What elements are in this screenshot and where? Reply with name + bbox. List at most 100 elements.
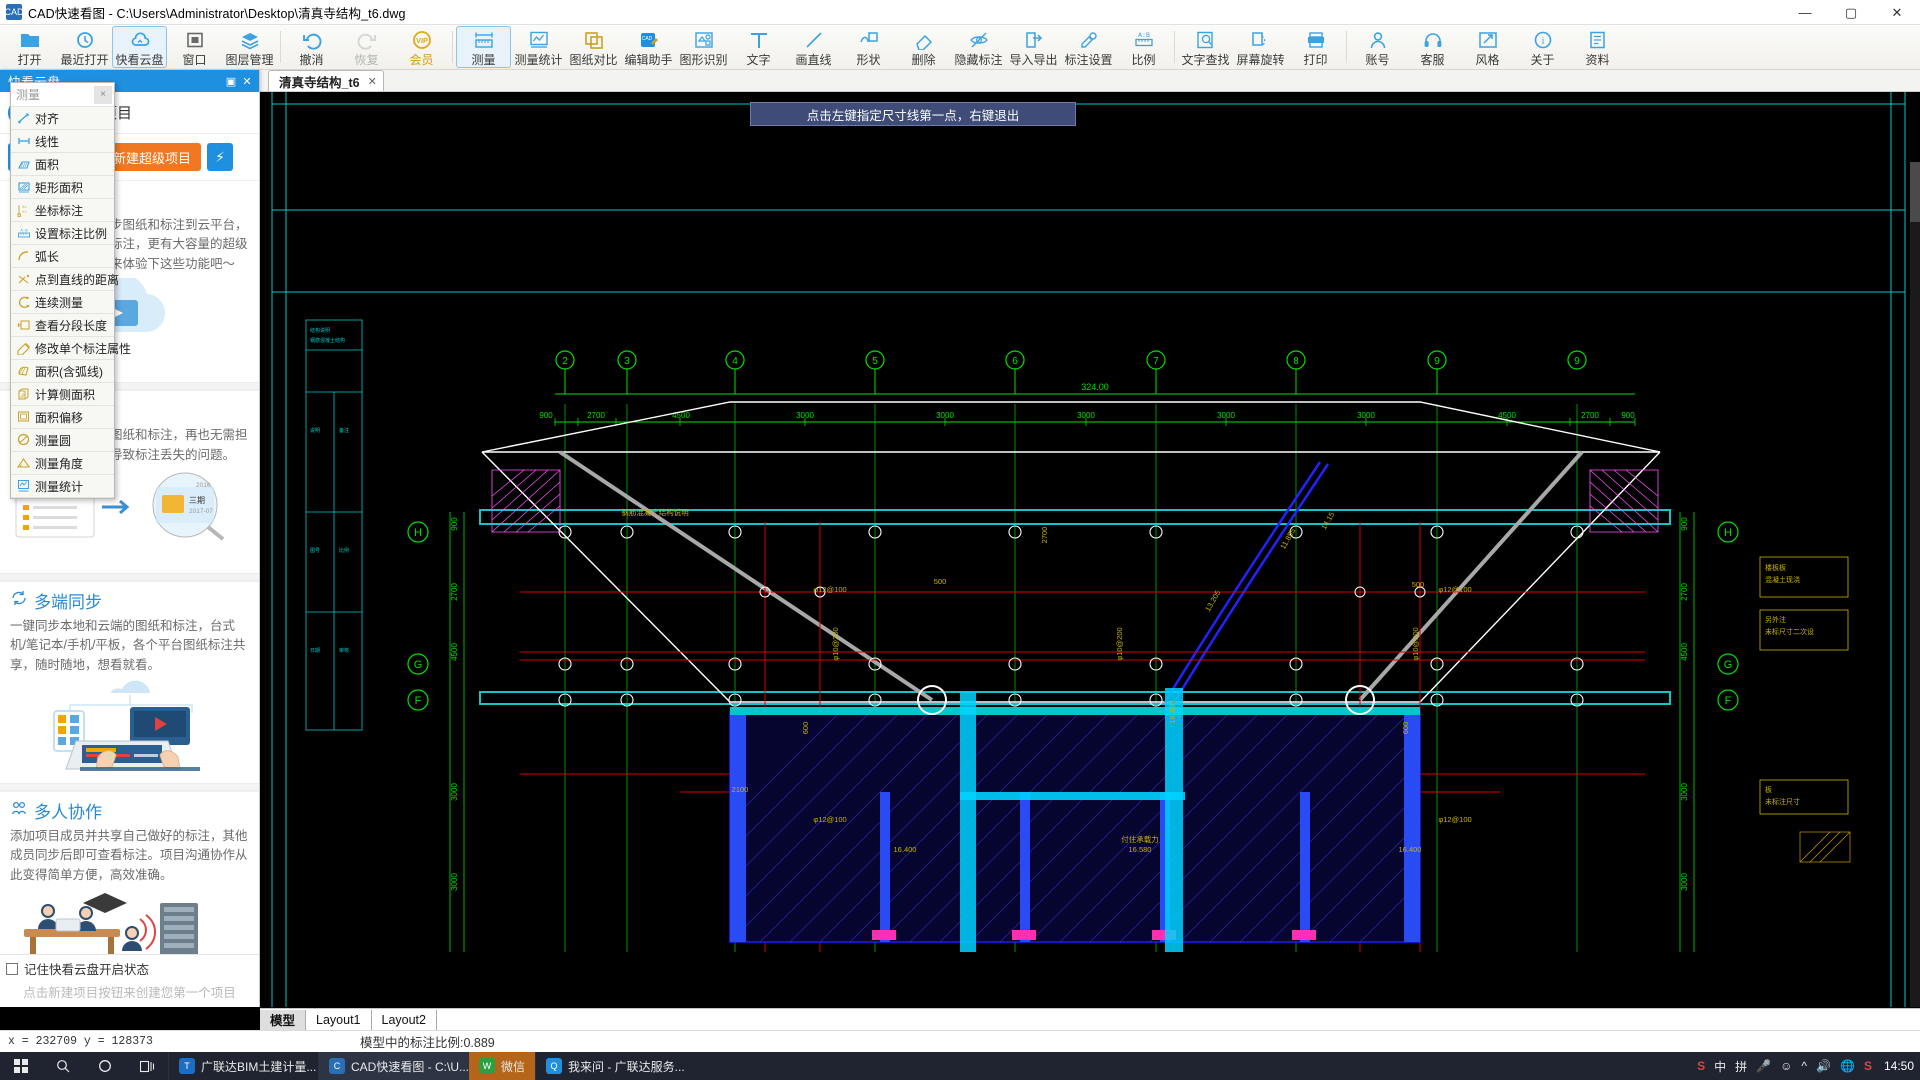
cortana-icon[interactable]: [84, 1052, 126, 1080]
tray-icon[interactable]: 🌐: [1840, 1059, 1855, 1073]
tray-icon[interactable]: ☺: [1780, 1059, 1792, 1073]
tray-icon[interactable]: S: [1697, 1059, 1705, 1073]
layout-tab-layout2[interactable]: Layout2: [372, 1009, 437, 1030]
measure-menu-item-segment-length[interactable]: 查看分段长度: [11, 314, 114, 337]
measure-menu-close-icon[interactable]: ×: [94, 85, 112, 104]
toolbar-item-layers[interactable]: 图层管理: [222, 26, 277, 68]
remember-cloud-state-checkbox[interactable]: 记住快看云盘开启状态: [6, 959, 253, 978]
toolbar-item-eraser[interactable]: 删除: [896, 26, 951, 68]
taskbar-app[interactable]: Q 我来问 - 广联达服务...: [535, 1052, 685, 1080]
tray-icon[interactable]: 中: [1714, 1058, 1726, 1075]
drawing-area[interactable]: 清真寺结构_t6 ✕ 点击左键指定尺寸线第一点，右键退出 结构说明 钢筋混凝土结…: [260, 70, 1920, 1007]
toolbar-item-line[interactable]: 画直线: [786, 26, 841, 68]
toolbar-item-cloud[interactable]: 快看云盘: [112, 26, 167, 68]
toolbar-item-shape[interactable]: 形状: [841, 26, 896, 68]
toolbar-item-edit-assistant[interactable]: CAD 编辑助手: [621, 26, 676, 68]
toolbar-item-scale[interactable]: A:B 比例: [1116, 26, 1171, 68]
document-tab[interactable]: 清真寺结构_t6 ✕: [268, 70, 384, 91]
svg-text:16.580: 16.580: [1129, 845, 1152, 854]
measure-menu-item-point-to-line[interactable]: 点到直线的距离: [11, 268, 119, 291]
new-super-project-label: 新建超级项目: [113, 150, 192, 166]
tray-icon[interactable]: S: [1864, 1059, 1872, 1073]
measure-menu-item-align-measure[interactable]: 对齐: [11, 107, 114, 130]
minimize-button[interactable]: —: [1782, 0, 1828, 25]
measure-menu-item-measure-circle[interactable]: 测量圆: [11, 429, 114, 452]
taskbar-app-label: 我来问 - 广联达服务...: [568, 1059, 685, 1074]
toolbar-item-vip[interactable]: VIP 会员: [394, 26, 449, 68]
svg-text:三期: 三期: [189, 496, 205, 505]
toolbar-item-screen-rotate[interactable]: 屏幕旋转: [1233, 26, 1288, 68]
toolbar-item-headset[interactable]: 客服: [1405, 26, 1460, 68]
toolbar-item-window[interactable]: 窗口: [167, 26, 222, 68]
toolbar-item-docs[interactable]: 资料: [1570, 26, 1625, 68]
maximize-button[interactable]: ▢: [1828, 0, 1874, 25]
toolbar-item-style[interactable]: 风格: [1460, 26, 1515, 68]
toolbar-item-annotation-settings[interactable]: 标注设置: [1061, 26, 1116, 68]
people-icon: [10, 800, 28, 821]
svg-text:900: 900: [1680, 517, 1689, 531]
taskbar-app[interactable]: W 微信: [468, 1052, 536, 1080]
close-button[interactable]: ✕: [1874, 0, 1920, 25]
svg-text:3000: 3000: [450, 873, 459, 891]
toolbar-item-account[interactable]: 账号: [1350, 26, 1405, 68]
tray-icon[interactable]: 🔊: [1816, 1059, 1831, 1073]
measure-menu-item-label: 弧长: [35, 249, 60, 264]
toolbar-item-compare[interactable]: 图纸对比: [566, 26, 621, 68]
toolbar-item-hide-annotation[interactable]: 隐藏标注: [951, 26, 1006, 68]
side-area-icon: [17, 387, 31, 401]
folder-open-icon: [19, 30, 41, 50]
task-view-icon[interactable]: [126, 1052, 168, 1080]
scrollbar-thumb[interactable]: [1910, 162, 1920, 222]
svg-text:4: 4: [732, 356, 738, 367]
measure-menu-item-area-offset[interactable]: 面积偏移: [11, 406, 114, 429]
search-icon[interactable]: [42, 1052, 84, 1080]
vertical-scrollbar[interactable]: [1910, 162, 1920, 1007]
measure-menu-item-area-measure[interactable]: 面积: [11, 153, 114, 176]
close-icon[interactable]: ✕: [239, 75, 255, 88]
windows-start-icon[interactable]: [0, 1052, 42, 1080]
toolbar-item-print[interactable]: 打印: [1288, 26, 1343, 68]
measure-menu-item-coordinate-annotation[interactable]: X= Y= 坐标标注: [11, 199, 114, 222]
tray-icon[interactable]: 拼: [1735, 1058, 1747, 1075]
toolbar-item-recent-clock[interactable]: 最近打开: [57, 26, 112, 68]
toolbar-item-about[interactable]: i 关于: [1515, 26, 1570, 68]
measure-menu-item-arc-length[interactable]: 弧长: [11, 245, 114, 268]
toolbar-item-measure-ruler[interactable]: 测量: [456, 26, 511, 68]
measure-menu-item-set-annotation-scale[interactable]: A:B 设置标注比例: [11, 222, 114, 245]
measure-menu-item-area-with-arc[interactable]: 面积(含弧线): [11, 360, 114, 383]
measure-menu-item-linear-measure[interactable]: 线性: [11, 130, 114, 153]
linear-measure-icon: [17, 134, 31, 148]
toolbar-item-label: 打印: [1303, 53, 1328, 67]
section-title-row: 多端同步: [10, 588, 249, 613]
pin-icon[interactable]: ▣: [223, 75, 239, 88]
layout-tab-模型[interactable]: 模型: [260, 1009, 307, 1030]
measure-menu-item-side-area[interactable]: 计算侧面积: [11, 383, 114, 406]
toolbar-item-text-find[interactable]: 文字查找: [1178, 26, 1233, 68]
taskbar-clock[interactable]: 14:50: [1878, 1052, 1920, 1080]
taskbar-app-label: 微信: [501, 1059, 526, 1074]
toolbar-item-folder-open[interactable]: 打开: [2, 26, 57, 68]
toolbar-item-import-export[interactable]: 导入导出: [1006, 26, 1061, 68]
document-tab-close-icon[interactable]: ✕: [368, 75, 377, 88]
measure-menu-item-rect-area[interactable]: 矩形面积: [11, 176, 114, 199]
layout-tab-layout1[interactable]: Layout1: [306, 1009, 372, 1030]
toolbar-item-shape-recognize[interactable]: 图形识别: [676, 26, 731, 68]
toolbar-item-undo[interactable]: 撤消: [284, 26, 339, 68]
tray-icon[interactable]: 🎤: [1756, 1059, 1771, 1073]
tray-icon[interactable]: ^: [1801, 1059, 1807, 1073]
checkbox-box[interactable]: [6, 962, 18, 975]
measure-menu-item-edit-annotation[interactable]: 修改单个标注属性: [11, 337, 131, 360]
layout-tab-bar: 模型 Layout1 Layout2: [260, 1008, 1920, 1030]
measure-menu-item-continuous-measure[interactable]: 连续测量: [11, 291, 114, 314]
cad-viewport[interactable]: 点击左键指定尺寸线第一点，右键退出 结构说明 钢筋混凝土结构 说明 备注 图号 …: [260, 92, 1920, 1007]
toolbar-item-measure-stats[interactable]: 测量统计: [511, 26, 566, 68]
sync-icon[interactable]: ⚡: [207, 143, 234, 171]
measure-menu-item-label: 测量统计: [35, 479, 84, 494]
toolbar-item-text[interactable]: 文字: [731, 26, 786, 68]
toolbar-item-redo[interactable]: 恢复: [339, 26, 394, 68]
taskbar-app[interactable]: C CAD快速看图 - C:\U...: [318, 1052, 468, 1080]
measure-menu-item-measure-angle[interactable]: 测量角度: [11, 452, 114, 475]
measure-menu-item-measure-statistics[interactable]: 测量统计: [11, 475, 114, 498]
taskbar-app[interactable]: T 广联达BIM土建计量...: [168, 1052, 318, 1080]
measure-menu-item-label: 面积偏移: [35, 410, 84, 425]
